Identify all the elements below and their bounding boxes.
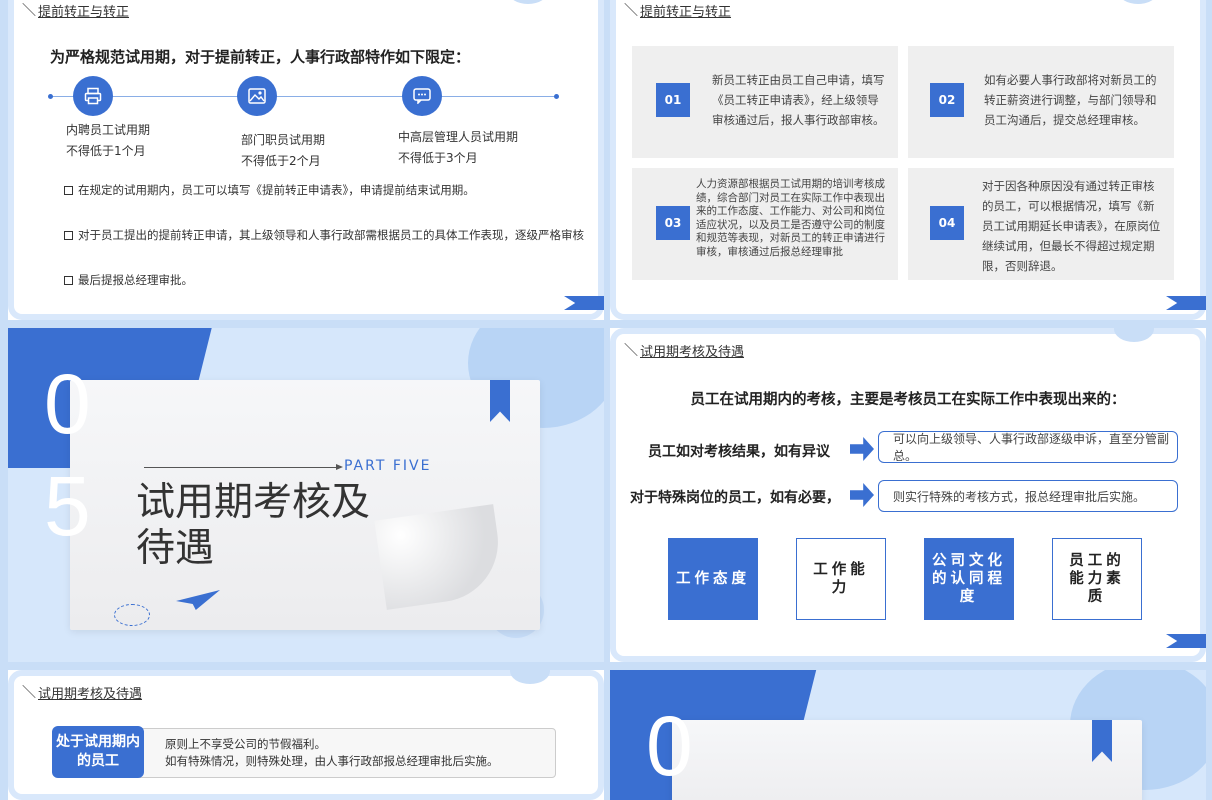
- process-card-2: 02 如有必要人事行政部将对新员工的转正薪资进行调整，与部门领导和员工沟通后，提…: [908, 46, 1174, 158]
- arrow-right-icon: [336, 464, 343, 470]
- timeline-item-2: 部门职员试用期 不得低于2个月: [241, 133, 326, 168]
- backslash-icon: ＼: [22, 3, 36, 19]
- timeline-line: [50, 96, 558, 97]
- benefit-description: 原则上不享受公司的节假福利。 如有特殊情况，则特殊处理，由人事行政部报总经理审批…: [136, 728, 556, 778]
- condition-label: 对于特殊岗位的员工，如有必要，: [630, 490, 840, 506]
- image-icon: [237, 76, 277, 116]
- chat-icon: [402, 76, 442, 116]
- part-title: 试用期考核及待遇: [136, 480, 371, 571]
- process-card-1: 01 新员工转正由员工自己申请，填写《员工转正申请表》，经上级领导审核通过后，报…: [632, 46, 898, 158]
- card-number: 02: [930, 83, 964, 117]
- part-label: PART FIVE: [344, 458, 432, 474]
- checkbox-square-icon: [64, 275, 73, 285]
- part-number-digit: 0: [44, 357, 91, 451]
- card-number: 01: [656, 83, 690, 117]
- timeline-dot: [554, 94, 559, 99]
- timeline-item-1: 内聘员工试用期 不得低于1个月: [66, 123, 151, 158]
- backslash-icon: ＼: [22, 685, 36, 701]
- paper-sheet: [672, 720, 1142, 800]
- assessment-heading: 员工在试用期内的考核，主要是考核员工在实际工作中表现出来的：: [690, 392, 1126, 408]
- corner-ribbon: [1166, 634, 1206, 648]
- rule-item: 在规定的试用期内，员工可以填写《提前转正申请表》，申请提前结束试用期。: [64, 182, 475, 198]
- breadcrumb: ＼ 试用期考核及待遇: [624, 340, 744, 360]
- slide-probation-early-confirmation[interactable]: ＼ 提前转正与转正 为严格规范试用期，对于提前转正，人事行政部特作如下限定： 内…: [8, 0, 604, 320]
- corner-ribbon: [1166, 296, 1206, 310]
- section-title: 为严格规范试用期，对于提前转正，人事行政部特作如下限定：: [50, 48, 471, 66]
- backslash-icon: ＼: [624, 343, 638, 359]
- card-number: 03: [656, 206, 690, 240]
- decor-bubble: [510, 670, 550, 684]
- benefit-tag: 处于试用期内的员工: [52, 726, 144, 778]
- slide-part-cover-partial[interactable]: 0: [610, 670, 1206, 800]
- corner-ribbon: [564, 296, 604, 310]
- breadcrumb: ＼ 提前转正与转正: [22, 0, 129, 20]
- aspect-box: 工作能力: [796, 538, 886, 620]
- decor-bubble: [1114, 328, 1154, 342]
- slide-part-five-cover[interactable]: 0 5 PART FIVE 试用期考核及待遇: [8, 328, 604, 662]
- breadcrumb: ＼ 试用期考核及待遇: [22, 682, 142, 702]
- arrow-right-icon: [850, 483, 874, 507]
- part-number-digit: 0: [646, 699, 693, 793]
- breadcrumb: ＼ 提前转正与转正: [624, 0, 731, 20]
- condition-label: 员工如对考核结果，如有异议: [648, 444, 830, 460]
- decor-bubble: [508, 0, 548, 4]
- aspect-box: 员工的能力素质: [1052, 538, 1142, 620]
- process-card-4: 04 对于因各种原因没有通过转正审核的员工，可以根据情况，填写《新员工试用期延长…: [908, 168, 1174, 280]
- slide-probation-assessment[interactable]: ＼ 试用期考核及待遇 员工在试用期内的考核，主要是考核员工在实际工作中表现出来的…: [610, 328, 1206, 662]
- card-number: 04: [930, 206, 964, 240]
- dashed-trail: [114, 604, 150, 626]
- slide-probation-benefits[interactable]: ＼ 试用期考核及待遇 处于试用期内的员工 原则上不享受公司的节假福利。 如有特殊…: [8, 670, 604, 800]
- printer-icon: [73, 76, 113, 116]
- condition-result: 可以向上级领导、人事行政部逐级申诉，直至分管副总。: [878, 431, 1178, 463]
- rule-item: 对于员工提出的提前转正申请，其上级领导和人事行政部需根据员工的具体工作表现，逐级…: [64, 227, 584, 243]
- process-card-3: 03 人力资源部根据员工试用期的培训考核成绩，综合部门对员工在实际工作中表现出来…: [632, 168, 898, 280]
- aspect-box: 工作态度: [668, 538, 758, 620]
- timeline-item-3: 中高层管理人员试用期 不得低于3个月: [398, 130, 519, 165]
- part-line: [144, 467, 340, 468]
- rule-item: 最后提报总经理审批。: [64, 272, 193, 288]
- part-number-digit: 5: [44, 459, 91, 553]
- checkbox-square-icon: [64, 230, 73, 240]
- backslash-icon: ＼: [624, 3, 638, 19]
- decor-bubble: [1118, 0, 1158, 4]
- condition-result: 则实行特殊的考核方式，报总经理审批后实施。: [878, 480, 1178, 512]
- checkbox-square-icon: [64, 185, 73, 195]
- timeline-dot: [48, 94, 53, 99]
- arrow-right-icon: [850, 437, 874, 461]
- aspect-box: 公司文化的认同程度: [924, 538, 1014, 620]
- slide-confirmation-process[interactable]: ＼ 提前转正与转正 01 新员工转正由员工自己申请，填写《员工转正申请表》，经上…: [610, 0, 1206, 320]
